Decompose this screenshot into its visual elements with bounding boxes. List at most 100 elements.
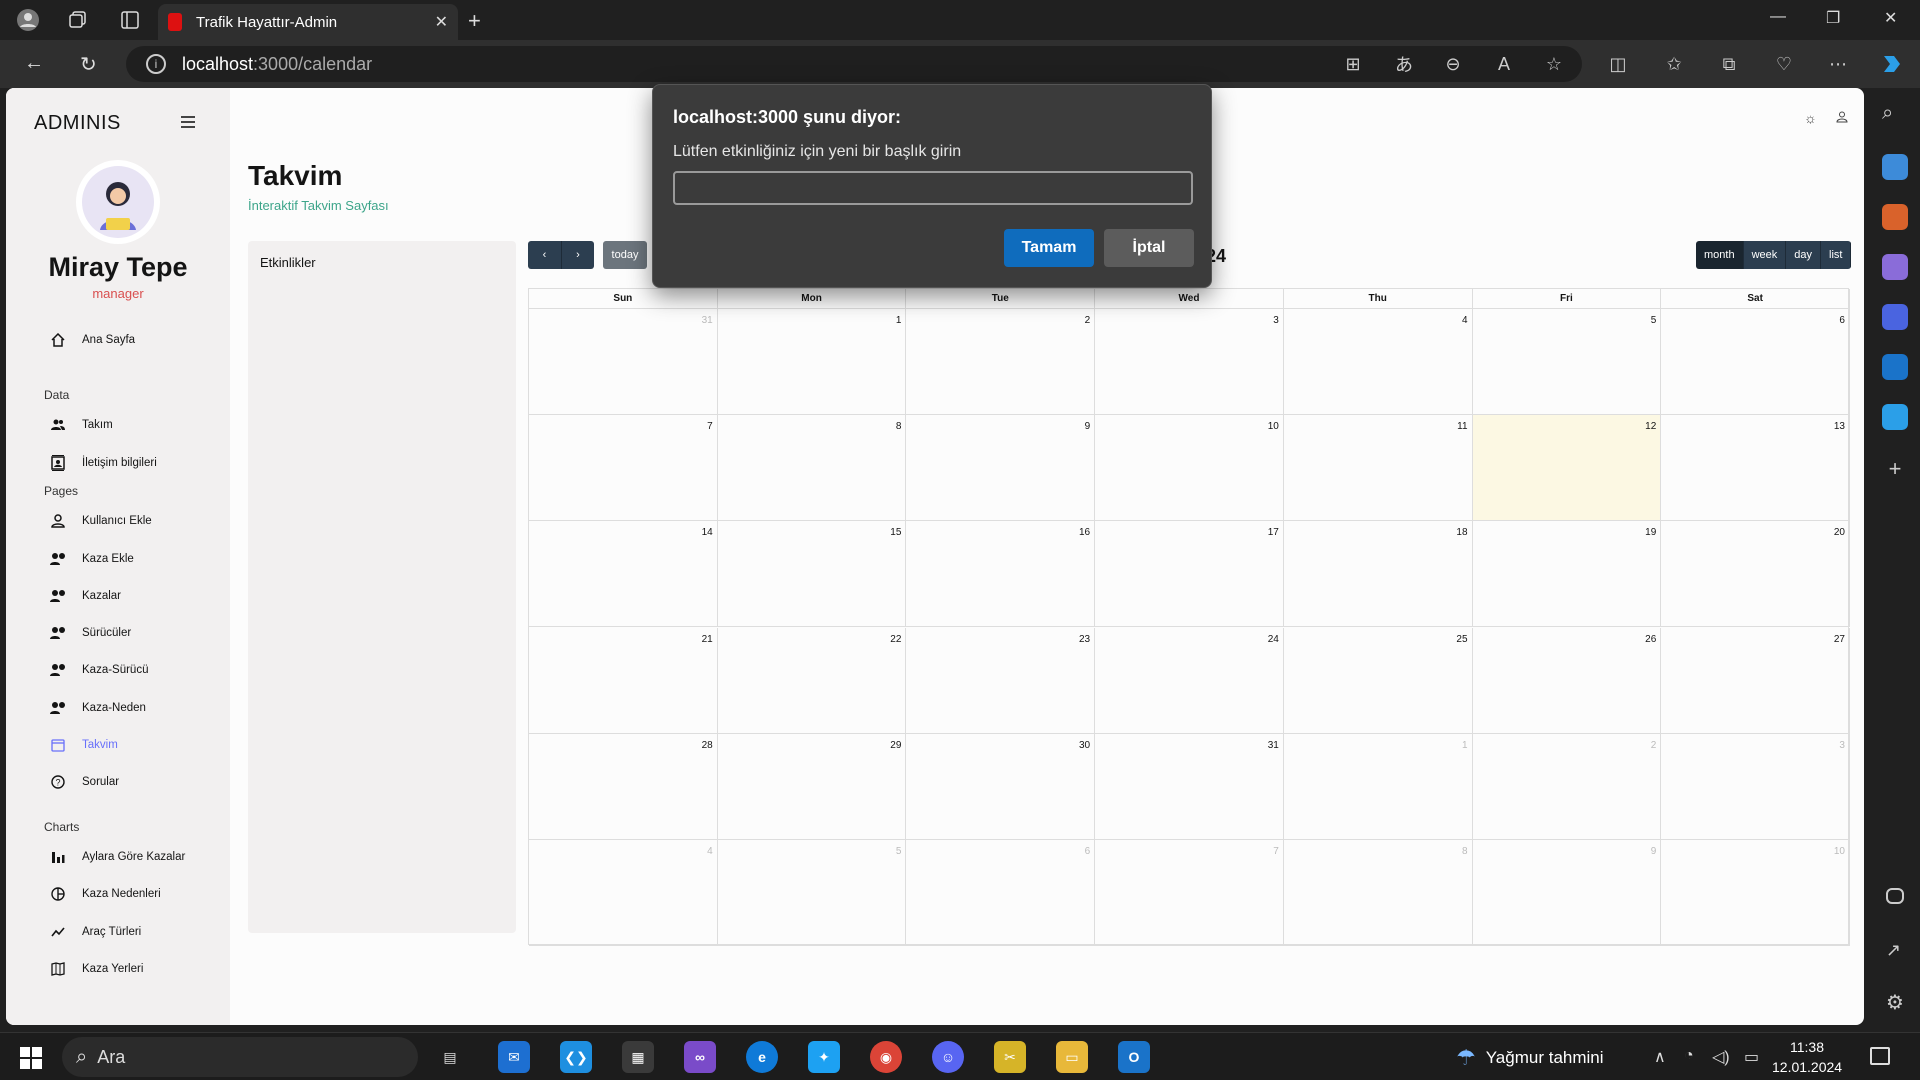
browser-essentials-icon[interactable]: ♡: [1772, 52, 1796, 76]
profile-menu-icon[interactable]: [1836, 110, 1848, 126]
day-cell[interactable]: 13: [1661, 415, 1850, 522]
theme-toggle-icon[interactable]: ☼: [1804, 110, 1817, 126]
today-button[interactable]: today: [603, 241, 647, 269]
day-number[interactable]: 9: [1085, 421, 1091, 432]
visual-studio-app-icon[interactable]: ∞: [684, 1041, 716, 1073]
day-cell[interactable]: 7: [1095, 839, 1284, 946]
tab-active[interactable]: Trafik Hayattır-Admin ✕: [158, 4, 458, 40]
sidebar-item-suruculer[interactable]: Sürücüler: [50, 621, 131, 645]
app-available-icon[interactable]: ⊞: [1341, 52, 1365, 76]
sidebar-search-icon[interactable]: ⌕: [1882, 102, 1908, 128]
day-cell[interactable]: 4: [529, 839, 718, 946]
day-number[interactable]: 16: [1079, 527, 1090, 538]
day-cell[interactable]: 18: [1283, 521, 1473, 628]
day-number[interactable]: 5: [1651, 315, 1657, 326]
taskbar-clock[interactable]: 11:38 12.01.2024: [1772, 1037, 1842, 1077]
volume-icon[interactable]: ◁): [1712, 1047, 1730, 1067]
day-cell[interactable]: 3: [1095, 309, 1284, 416]
read-aloud-icon[interactable]: A: [1492, 52, 1516, 76]
day-cell[interactable]: 20: [1661, 521, 1850, 628]
restore-icon[interactable]: ❐: [1826, 8, 1840, 28]
sidebar-settings-icon[interactable]: ⚙: [1886, 990, 1912, 1016]
day-cell[interactable]: 8: [717, 415, 907, 522]
day-number[interactable]: 7: [707, 421, 713, 432]
day-cell[interactable]: 16: [906, 521, 1096, 628]
sidebar-item-takvim[interactable]: Takvim: [50, 733, 118, 757]
collections-icon[interactable]: ⧉: [1717, 52, 1741, 76]
back-icon[interactable]: ←: [24, 52, 44, 75]
day-number[interactable]: 31: [702, 315, 713, 326]
sidebar-item-kullanici-ekle[interactable]: Kullanıcı Ekle: [50, 509, 152, 533]
more-menu-icon[interactable]: ⋯: [1826, 52, 1850, 76]
sidebar-item-kaza-nedenleri[interactable]: Kaza Nedenleri: [50, 882, 161, 906]
day-number[interactable]: 4: [707, 846, 713, 857]
sidebar-item-takim[interactable]: Takım: [50, 413, 113, 437]
sidebar-item-kaza-neden[interactable]: Kaza-Neden: [50, 696, 146, 720]
day-number[interactable]: 19: [1645, 527, 1656, 538]
day-number[interactable]: 9: [1651, 846, 1657, 857]
day-number[interactable]: 6: [1085, 846, 1091, 857]
day-number[interactable]: 10: [1834, 846, 1845, 857]
day-number[interactable]: 3: [1273, 315, 1279, 326]
day-number[interactable]: 30: [1079, 740, 1090, 751]
day-number[interactable]: 1: [1462, 740, 1468, 751]
day-number[interactable]: 12: [1645, 421, 1656, 432]
edge-app-icon[interactable]: e: [746, 1041, 778, 1073]
day-number[interactable]: 1: [896, 315, 902, 326]
sidebar-item-iletisim[interactable]: İletişim bilgileri: [50, 451, 157, 475]
sidebar-send-icon[interactable]: [1882, 404, 1908, 430]
day-number[interactable]: 22: [890, 634, 901, 645]
ok-button[interactable]: Tamam: [1004, 229, 1094, 267]
day-cell[interactable]: 19: [1472, 521, 1662, 628]
day-number[interactable]: 10: [1268, 421, 1279, 432]
day-cell[interactable]: 4: [1283, 309, 1473, 416]
day-cell[interactable]: 30: [906, 733, 1096, 840]
day-cell[interactable]: 24: [1095, 627, 1284, 734]
day-number[interactable]: 25: [1456, 634, 1467, 645]
weather-widget[interactable]: ☂ Yağmur tahmini: [1456, 1045, 1604, 1071]
day-number[interactable]: 11: [1457, 421, 1467, 432]
day-number[interactable]: 3: [1839, 740, 1845, 751]
sidebar-add-icon[interactable]: +: [1882, 456, 1908, 482]
day-cell[interactable]: 14: [529, 521, 718, 628]
prev-button[interactable]: ‹: [528, 241, 561, 269]
translate-icon[interactable]: あ: [1392, 52, 1416, 76]
day-cell[interactable]: 25: [1283, 627, 1473, 734]
zoom-out-icon[interactable]: ⊖: [1441, 52, 1465, 76]
day-number[interactable]: 8: [896, 421, 902, 432]
day-number[interactable]: 17: [1268, 527, 1279, 538]
vscode-app-icon[interactable]: ❮❯: [560, 1041, 592, 1073]
day-cell[interactable]: 3: [1661, 733, 1850, 840]
day-cell[interactable]: 6: [1661, 309, 1850, 416]
day-number[interactable]: 5: [896, 846, 902, 857]
sidebar-item-kaza-ekle[interactable]: Kaza Ekle: [50, 547, 134, 571]
cancel-button[interactable]: İptal: [1104, 229, 1194, 267]
outlook-app-icon[interactable]: O: [1118, 1041, 1150, 1073]
day-number[interactable]: 23: [1079, 634, 1090, 645]
copilot-icon[interactable]: [1880, 52, 1904, 76]
view-list-button[interactable]: list: [1821, 241, 1852, 269]
day-cell[interactable]: 23: [906, 627, 1096, 734]
day-cell[interactable]: 7: [529, 415, 718, 522]
day-cell[interactable]: 1: [1283, 733, 1473, 840]
day-cell[interactable]: 26: [1472, 627, 1662, 734]
profile-icon[interactable]: [12, 6, 44, 34]
day-cell[interactable]: 2: [1472, 733, 1662, 840]
notification-icon[interactable]: [1870, 1047, 1890, 1065]
day-cell[interactable]: 12: [1472, 415, 1662, 522]
sidebar-item-kaza-surucu[interactable]: Kaza-Sürücü: [50, 658, 148, 682]
mail-app-icon[interactable]: ✉: [498, 1041, 530, 1073]
day-number[interactable]: 29: [890, 740, 901, 751]
next-button[interactable]: ›: [561, 241, 594, 269]
workspaces-icon[interactable]: [62, 6, 94, 34]
sidebar-shopping-icon[interactable]: [1882, 154, 1908, 180]
menu-toggle-icon[interactable]: [181, 116, 195, 131]
sidebar-item-arac-turleri[interactable]: Araç Türleri: [50, 920, 141, 944]
day-cell[interactable]: 10: [1095, 415, 1284, 522]
close-window-icon[interactable]: ✕: [1884, 8, 1897, 28]
view-day-button[interactable]: day: [1786, 241, 1822, 269]
day-cell[interactable]: 22: [717, 627, 907, 734]
sidebar-item-ana-sayfa[interactable]: Ana Sayfa: [50, 328, 135, 352]
day-number[interactable]: 28: [702, 740, 713, 751]
favorite-star-icon[interactable]: ☆: [1542, 52, 1566, 76]
